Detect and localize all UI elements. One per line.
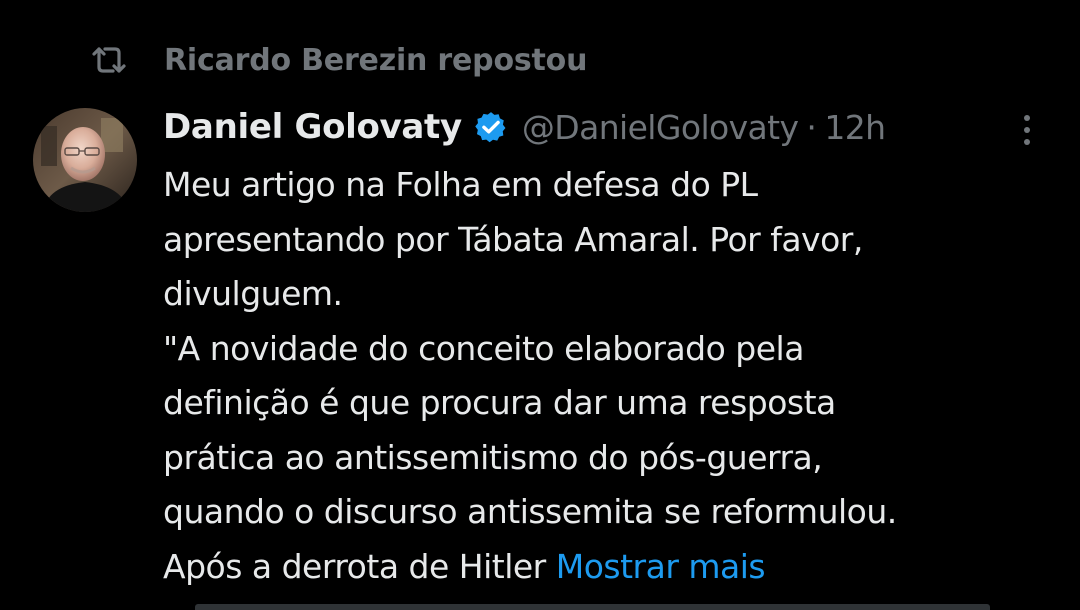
tweet-text-last-line: Após a derrota de Hitler Mostrar mais — [163, 540, 1068, 595]
tweet-text-line: definição é que procura dar uma resposta — [163, 383, 836, 422]
author-name[interactable]: Daniel Golovaty — [163, 107, 462, 147]
tweet-text-line: prática ao antissemitismo do pós-guerra, — [163, 437, 823, 477]
tweet-text-line: divulguem. — [163, 274, 343, 313]
timestamp[interactable]: 12h — [824, 108, 886, 147]
tweet-text-line: Meu artigo na Folha em defesa do PL — [163, 165, 758, 204]
reposted-by-label[interactable]: Ricardo Berezin repostou — [164, 43, 587, 78]
tweet-text-line: Após a derrota de Hitler — [163, 546, 546, 586]
separator-dot: · — [806, 107, 817, 147]
tweet-text-line: quando o discurso antissemita se reformu… — [163, 492, 897, 531]
author-handle[interactable]: @DanielGolovaty — [522, 108, 799, 147]
tweet-header: Daniel Golovaty @DanielGolovaty · 12h — [163, 100, 886, 154]
avatar[interactable] — [33, 108, 137, 212]
tweet-text-line: apresentando por Tábata Amaral. Por favo… — [163, 219, 863, 259]
show-more-link[interactable]: Mostrar mais — [556, 547, 766, 586]
embedded-card-edge — [195, 604, 990, 610]
repost-icon — [88, 43, 130, 77]
avatar-photo — [33, 108, 137, 212]
tweet-text[interactable]: Meu artigo na Folha em defesa do PL apre… — [163, 158, 1068, 594]
tweet-text-line: "A novidade do conceito elaborado pela — [163, 328, 804, 368]
verified-badge-icon[interactable] — [474, 110, 508, 144]
more-options-icon[interactable] — [1012, 110, 1042, 150]
repost-indicator: Ricardo Berezin repostou — [88, 38, 587, 82]
